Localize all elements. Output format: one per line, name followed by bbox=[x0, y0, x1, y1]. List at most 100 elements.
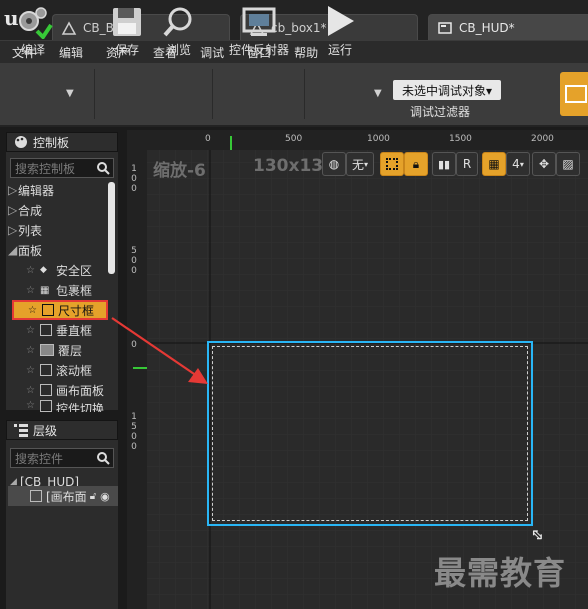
watermark: 最需教育 bbox=[434, 554, 567, 592]
compile-dropdown-icon[interactable]: ▼ bbox=[66, 88, 74, 99]
browse-button[interactable]: 浏览 bbox=[156, 0, 202, 62]
tab-cb-hud[interactable]: CB_HUD* bbox=[428, 14, 588, 40]
hierarchy-search-input[interactable]: 搜索控件 bbox=[10, 448, 114, 468]
widget-switcher-icon bbox=[40, 400, 52, 412]
ruler-horizontal: 0 500 1000 1500 2000 bbox=[127, 130, 588, 150]
palette-item-label: 垂直框 bbox=[56, 323, 93, 338]
palette-item-size-box[interactable]: ☆ 尺寸框 bbox=[12, 300, 108, 320]
favorite-star-icon: ☆ bbox=[26, 284, 35, 296]
compile-button[interactable]: 编译 bbox=[6, 0, 60, 62]
palette-item-canvas-panel[interactable]: ☆ 画布面板 bbox=[8, 380, 108, 400]
selected-widget-frame[interactable] bbox=[207, 341, 533, 526]
widget-blueprint-icon bbox=[438, 21, 452, 34]
r-label: R bbox=[462, 157, 472, 171]
favorite-star-icon: ☆ bbox=[26, 344, 35, 356]
run-dropdown-icon[interactable]: ▼ bbox=[374, 88, 382, 99]
run-label: 运行 bbox=[327, 43, 352, 57]
widget-reflector-label: 控件反射器 bbox=[228, 43, 289, 57]
zoom-fit-button[interactable]: ✥ bbox=[532, 152, 556, 176]
palette-item-scroll-box[interactable]: ☆ 滚动框 bbox=[8, 360, 108, 380]
favorite-star-icon: ☆ bbox=[28, 304, 37, 316]
palette-header[interactable]: 控制板 bbox=[6, 132, 118, 152]
canvas-size: 130x139 bbox=[253, 156, 323, 176]
designer-icon bbox=[565, 85, 587, 103]
expand-arrow-icon: ▷ bbox=[8, 223, 18, 237]
hierarchy-child-row[interactable]: [画布面 🔓︎ ◉ bbox=[8, 486, 118, 506]
palette-item-overlay[interactable]: ☆ 覆层 bbox=[8, 340, 108, 360]
ruler-ticks bbox=[230, 136, 232, 150]
wrap-box-icon: ▦ bbox=[40, 284, 50, 296]
ruler-tick: 2000 bbox=[531, 134, 554, 144]
ruler-tick: 0 bbox=[205, 134, 211, 144]
preview-toggle-button[interactable]: ▮▮ bbox=[432, 152, 456, 176]
widget-reflector-icon bbox=[242, 7, 276, 36]
category-label: 列表 bbox=[18, 223, 43, 238]
lock-icon[interactable]: 🔓︎ bbox=[90, 491, 96, 502]
ruler-tick: 500 bbox=[131, 246, 137, 276]
palette-item-label: 滚动框 bbox=[56, 363, 93, 378]
favorite-star-icon: ☆ bbox=[26, 400, 35, 411]
run-button[interactable]: 运行 bbox=[312, 0, 368, 62]
move-arrows-icon: ✥ bbox=[538, 157, 550, 171]
respect-locks-button[interactable]: R bbox=[456, 152, 478, 176]
dashed-outline-icon bbox=[386, 158, 398, 170]
extra-toolbar-button[interactable] bbox=[560, 72, 588, 116]
favorite-star-icon: ☆ bbox=[26, 364, 35, 376]
lock-toggle-button[interactable]: 🔒︎ bbox=[404, 152, 428, 176]
toolbar-separator bbox=[212, 69, 213, 119]
category-editor[interactable]: ▷ 编辑器 bbox=[8, 180, 108, 200]
palette-item-label: 尺寸框 bbox=[58, 303, 95, 318]
save-label: 保存 bbox=[114, 43, 139, 57]
canvas-panel-icon bbox=[40, 384, 52, 396]
palette-item-wrap-box[interactable]: ☆ ▦ 包裹框 bbox=[8, 280, 108, 300]
ruler-tick: 100 bbox=[131, 164, 137, 194]
palette-search-placeholder: 搜索控制板 bbox=[15, 161, 76, 176]
hierarchy-icon bbox=[14, 424, 28, 437]
palette-item-label: 画布面板 bbox=[56, 383, 105, 398]
bars-icon: ▮▮ bbox=[437, 157, 451, 171]
grid-size-button[interactable]: 4 ▾ bbox=[506, 152, 530, 176]
category-list[interactable]: ▷ 列表 bbox=[8, 220, 108, 240]
grid-icon: ▦ bbox=[488, 157, 500, 171]
hierarchy-search-placeholder: 搜索控件 bbox=[15, 451, 64, 466]
outline-toggle-button[interactable] bbox=[380, 152, 404, 176]
chevron-down-icon: ▾ bbox=[364, 159, 369, 169]
collapse-arrow-icon: ◢ bbox=[8, 243, 18, 257]
category-composite[interactable]: ▷ 合成 bbox=[8, 200, 108, 220]
palette-icon bbox=[15, 136, 27, 148]
background-image-button[interactable]: ▨ bbox=[556, 152, 580, 176]
zoom-level: 缩放-6 bbox=[153, 161, 206, 181]
globe-localize-button[interactable]: ◍ bbox=[322, 152, 346, 176]
search-icon bbox=[97, 452, 110, 465]
image-icon: ▨ bbox=[562, 157, 574, 171]
scroll-box-icon bbox=[40, 364, 52, 376]
palette-item-vertical-box[interactable]: ☆ 垂直框 bbox=[8, 320, 108, 340]
category-label: 编辑器 bbox=[18, 183, 55, 198]
palette-item-widget-switcher[interactable]: ☆ 控件切换 bbox=[8, 400, 108, 412]
save-disk-icon bbox=[113, 8, 141, 36]
favorite-star-icon: ☆ bbox=[26, 324, 35, 336]
canvas-panel-icon bbox=[30, 490, 42, 502]
palette-item-label: 覆层 bbox=[58, 343, 83, 358]
safe-zone-icon: ◆ bbox=[40, 265, 47, 275]
compile-gear-icon bbox=[19, 7, 53, 39]
category-label: 合成 bbox=[18, 203, 43, 218]
save-button[interactable]: 保存 bbox=[104, 0, 150, 62]
category-panel[interactable]: ◢ 面板 bbox=[8, 240, 108, 260]
globe-icon: ◍ bbox=[328, 157, 340, 171]
ruler-tick: 1000 bbox=[367, 134, 390, 144]
debug-object-select[interactable]: 未选中调试对象▾ bbox=[393, 80, 501, 100]
hierarchy-title: 层级 bbox=[33, 423, 58, 438]
ruler-tick: 1500 bbox=[131, 412, 137, 452]
hierarchy-header[interactable]: 层级 bbox=[6, 420, 118, 440]
toolbar-separator bbox=[94, 69, 95, 119]
palette-search-input[interactable]: 搜索控制板 bbox=[10, 158, 114, 178]
palette-scrollbar[interactable] bbox=[108, 182, 115, 274]
flow-direction-button[interactable]: 无 ▾ bbox=[346, 152, 374, 176]
widget-reflector-button[interactable]: 控件反射器 bbox=[222, 0, 296, 62]
annotation-arrow bbox=[111, 317, 208, 384]
palette-item-safe-zone[interactable]: ☆ ◆ 安全区 bbox=[8, 260, 108, 280]
grid-snap-button[interactable]: ▦ bbox=[482, 152, 506, 176]
vertical-box-icon bbox=[40, 324, 52, 336]
eye-icon[interactable]: ◉ bbox=[100, 490, 110, 503]
